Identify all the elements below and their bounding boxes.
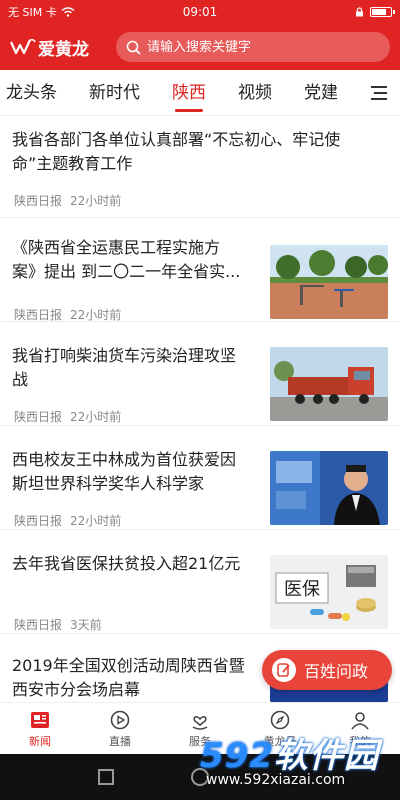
watermark-url: www.592xiazai.com <box>206 772 346 788</box>
news-source: 陕西日报 <box>14 410 63 424</box>
watermark-number: 592 <box>200 736 274 776</box>
news-title: 我省各部门各单位认真部署“不忘初心、牢记使 命”主题教育工作 <box>12 128 392 176</box>
nav-live-label: 直播 <box>109 734 131 748</box>
battery-icon <box>370 7 395 17</box>
site-watermark: 592软件园 www.592xiazai.com <box>200 728 396 790</box>
portrait-image <box>270 451 388 525</box>
recent-apps-icon[interactable] <box>98 769 115 785</box>
thumb-text: 医保 <box>284 579 320 600</box>
news-meta: 陕西日报 3天前 <box>14 616 102 633</box>
tab-video[interactable]: 视频 <box>222 70 288 115</box>
news-title-line: 西安市分会场启幕 <box>12 680 141 699</box>
news-item[interactable]: 我省各部门各单位认真部署“不忘初心、牢记使 命”主题教育工作 陕西日报 22小时… <box>0 116 400 218</box>
news-thumbnail <box>270 451 388 525</box>
watermark-text: 软件园 <box>273 736 379 776</box>
tab-track: 龙头条 新时代 陕西 视频 党建 <box>0 70 354 115</box>
news-source: 陕西日报 <box>14 618 63 632</box>
news-title-line: 斯坦世界科学奖华人科学家 <box>12 474 205 493</box>
play-icon <box>110 710 130 729</box>
truck-image <box>270 347 388 421</box>
news-title-line: 2019年全国双创活动周陕西省暨 <box>12 656 245 675</box>
news-title-line: 命”主题教育工作 <box>12 154 133 173</box>
channel-tabs: 龙头条 新时代 陕西 视频 党建 <box>0 70 400 116</box>
news-title-line: 我省各部门各单位认真部署“不忘初心、牢记使 <box>12 130 341 149</box>
news-title: 《陕西省全运惠民工程实施方 案》提出 到二〇二一年全省实... <box>12 236 262 284</box>
news-source: 陕西日报 <box>14 308 63 322</box>
tab-party[interactable]: 党建 <box>288 70 354 115</box>
news-meta: 陕西日报 22小时前 <box>14 306 121 323</box>
news-item[interactable]: 西电校友王中林成为首位获爱因 斯坦世界科学奖华人科学家 陕西日报 22小时前 <box>0 426 400 530</box>
logo-text: 爱黄龙 <box>38 39 89 60</box>
news-thumbnail: 医保 <box>270 555 388 629</box>
app-header: 爱黄龙 <box>0 24 400 70</box>
news-source: 陕西日报 <box>14 514 63 528</box>
nav-news-label: 新闻 <box>29 734 51 748</box>
news-thumbnail <box>270 245 388 319</box>
news-feed: 我省各部门各单位认真部署“不忘初心、牢记使 命”主题教育工作 陕西日报 22小时… <box>0 116 400 702</box>
news-time: 22小时前 <box>70 308 122 322</box>
status-bar: 无 SIM 卡 09:01 <box>0 0 400 24</box>
medical-insurance-image: 医保 <box>270 555 388 629</box>
news-meta: 陕西日报 22小时前 <box>14 512 121 529</box>
news-thumbnail <box>270 347 388 421</box>
tab-new-era[interactable]: 新时代 <box>73 70 156 115</box>
logo-mark-icon <box>10 38 36 55</box>
public-inquiry-label: 百姓问政 <box>304 662 369 681</box>
news-title-line: 去年我省医保扶贫投入超21亿元 <box>12 554 241 573</box>
search-icon <box>126 40 141 55</box>
nav-news[interactable]: 新闻 <box>0 703 80 754</box>
edit-icon <box>272 658 296 682</box>
news-time: 22小时前 <box>70 410 122 424</box>
news-title: 我省打响柴油货车污染治理攻坚 战 <box>12 344 262 392</box>
news-meta: 陕西日报 22小时前 <box>14 192 121 209</box>
news-source: 陕西日报 <box>14 194 63 208</box>
news-title: 去年我省医保扶贫投入超21亿元 <box>12 552 272 576</box>
news-time: 3天前 <box>70 618 102 632</box>
park-image <box>270 245 388 319</box>
news-title-line: 案》提出 到二〇二一年全省实... <box>12 262 241 281</box>
news-title: 2019年全国双创活动周陕西省暨 西安市分会场启幕 <box>12 654 272 702</box>
news-item[interactable]: 《陕西省全运惠民工程实施方 案》提出 到二〇二一年全省实... 陕西日报 22小… <box>0 218 400 322</box>
news-time: 22小时前 <box>70 514 122 528</box>
nav-live[interactable]: 直播 <box>80 703 160 754</box>
news-item[interactable]: 我省打响柴油货车污染治理攻坚 战 陕西日报 22小时前 <box>0 322 400 426</box>
app-logo[interactable]: 爱黄龙 <box>10 35 116 60</box>
news-title-line: 西电校友王中林成为首位获爱因 <box>12 450 237 469</box>
public-inquiry-button[interactable]: 百姓问政 <box>262 650 392 690</box>
news-title-line: 《陕西省全运惠民工程实施方 <box>12 238 221 257</box>
status-time: 09:01 <box>182 5 218 19</box>
menu-icon <box>371 86 387 100</box>
news-item[interactable]: 去年我省医保扶贫投入超21亿元 陕西日报 3天前 医保 <box>0 530 400 634</box>
news-icon <box>31 711 49 728</box>
news-title-line: 我省打响柴油货车污染治理攻坚 <box>12 346 237 365</box>
news-meta: 陕西日报 22小时前 <box>14 408 121 425</box>
tab-shaanxi[interactable]: 陕西 <box>156 70 222 115</box>
search-bar[interactable] <box>116 32 390 62</box>
news-title-line: 战 <box>12 370 29 389</box>
tab-headline[interactable]: 龙头条 <box>0 70 73 115</box>
news-time: 22小时前 <box>70 194 122 208</box>
watermark-brand: 592软件园 <box>200 728 379 777</box>
news-title: 西电校友王中林成为首位获爱因 斯坦世界科学奖华人科学家 <box>12 448 262 496</box>
channel-menu-button[interactable] <box>358 70 400 115</box>
search-input[interactable] <box>147 39 377 55</box>
